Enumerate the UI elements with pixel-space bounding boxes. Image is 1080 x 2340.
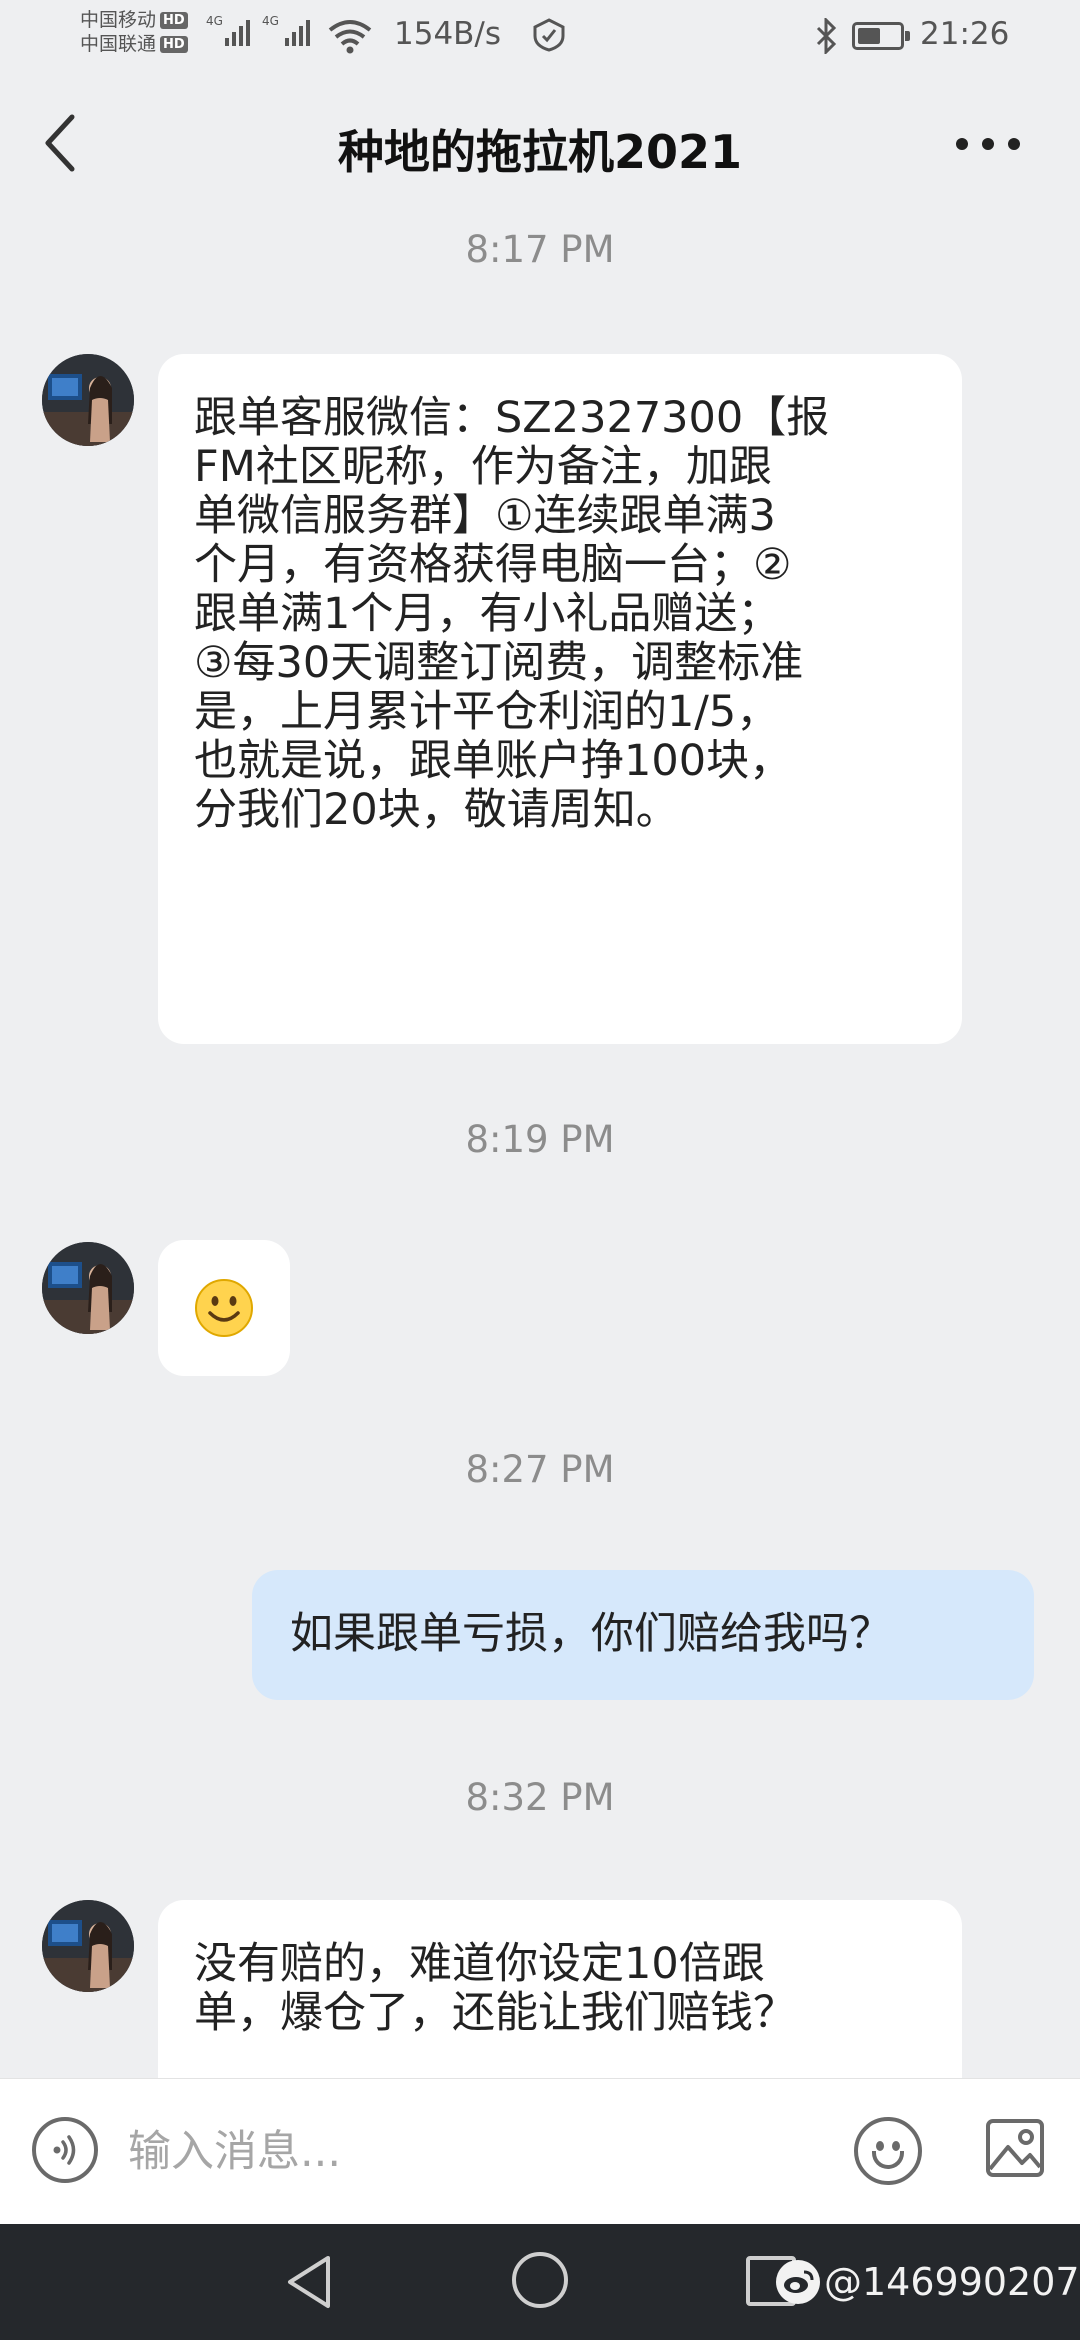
avatar[interactable]	[42, 1900, 134, 1992]
message-line: 分我们20块，敬请周知。	[194, 785, 679, 835]
shield-icon	[533, 18, 565, 52]
chat-header: 种地的拖拉机2021	[0, 72, 1080, 216]
message-timestamp: 8:17 PM	[465, 228, 615, 271]
image-button[interactable]	[984, 2117, 1046, 2179]
hd-badge: HD	[160, 11, 188, 29]
wifi-icon	[328, 20, 372, 54]
system-nav-bar: @1469902071	[0, 2224, 1080, 2340]
network-2-label: 4G	[262, 14, 279, 28]
message-bubble-outgoing[interactable]: 如果跟单亏损，你们赔给我吗？	[252, 1570, 1034, 1700]
avatar-image	[42, 354, 134, 446]
message-bubble-incoming[interactable]: 跟单客服微信：SZ2327300【报 FM社区昵称，作为备注，加跟 单微信服务群…	[158, 354, 962, 1044]
hd-badge: HD	[160, 35, 188, 53]
chat-screen: 中国移动 HD 中国联通 HD 4G 4G 154B/s 21:26 种地的拖拉…	[0, 0, 1080, 2340]
avatar[interactable]	[42, 1242, 134, 1334]
message-input-bar	[0, 2078, 1080, 2224]
message-line: ③每30天调整订阅费，调整标准	[194, 638, 804, 688]
voice-button[interactable]	[32, 2117, 98, 2183]
message-line: 单，爆仓了，还能让我们赔钱？	[194, 1988, 796, 2038]
message-line: 单微信服务群】①连续跟单满3	[194, 491, 776, 541]
more-dots-icon	[956, 138, 968, 150]
avatar-image	[42, 1900, 134, 1992]
weibo-icon	[776, 2260, 820, 2304]
voice-icon	[53, 2135, 76, 2165]
message-line: 是，上月累计平仓利润的1/5，	[194, 687, 780, 737]
message-line: 跟单客服微信：SZ2327300【报	[194, 393, 830, 443]
net-speed: 154B/s	[394, 16, 502, 52]
network-1-label: 4G	[206, 14, 223, 28]
avatar-image	[42, 1242, 134, 1334]
watermark-text: @1469902071	[824, 2260, 1080, 2304]
message-line: 个月，有资格获得电脑一台；②	[194, 540, 792, 590]
bluetooth-icon	[816, 18, 837, 54]
message-line: FM社区昵称，作为备注，加跟	[194, 442, 772, 492]
message-bubble-incoming[interactable]	[158, 1240, 290, 1376]
carrier-2-label: 中国联通	[80, 33, 157, 55]
message-line: 跟单满1个月，有小礼品赠送；	[194, 589, 781, 639]
nav-home-icon[interactable]	[512, 2252, 568, 2308]
chat-title: 种地的拖拉机2021	[337, 125, 743, 179]
carrier-info: 中国移动 HD 中国联通 HD	[80, 8, 188, 56]
message-input[interactable]	[128, 2107, 828, 2197]
emoji-button[interactable]	[854, 2117, 922, 2185]
message-line: 如果跟单亏损，你们赔给我吗？	[290, 1609, 892, 1659]
smile-emoji-icon	[195, 1279, 253, 1337]
status-bar: 中国移动 HD 中国联通 HD 4G 4G 154B/s 21:26	[0, 0, 1080, 72]
message-line: 没有赔的，难道你设定10倍跟	[194, 1939, 765, 1989]
more-options-button[interactable]	[948, 122, 1028, 166]
nav-back-icon[interactable]	[284, 2254, 334, 2310]
signal-icon: 4G 4G	[206, 14, 314, 46]
battery-icon	[852, 22, 910, 50]
message-timestamp: 8:19 PM	[465, 1118, 615, 1161]
watermark: @1469902071	[776, 2260, 1080, 2304]
status-time: 21:26	[920, 16, 1010, 52]
image-icon	[986, 2119, 1044, 2177]
message-timestamp: 8:32 PM	[465, 1776, 615, 1819]
avatar[interactable]	[42, 354, 134, 446]
carrier-1-label: 中国移动	[80, 9, 157, 31]
message-line: 也就是说，跟单账户挣100块，	[194, 736, 793, 786]
message-timestamp: 8:27 PM	[465, 1448, 615, 1491]
